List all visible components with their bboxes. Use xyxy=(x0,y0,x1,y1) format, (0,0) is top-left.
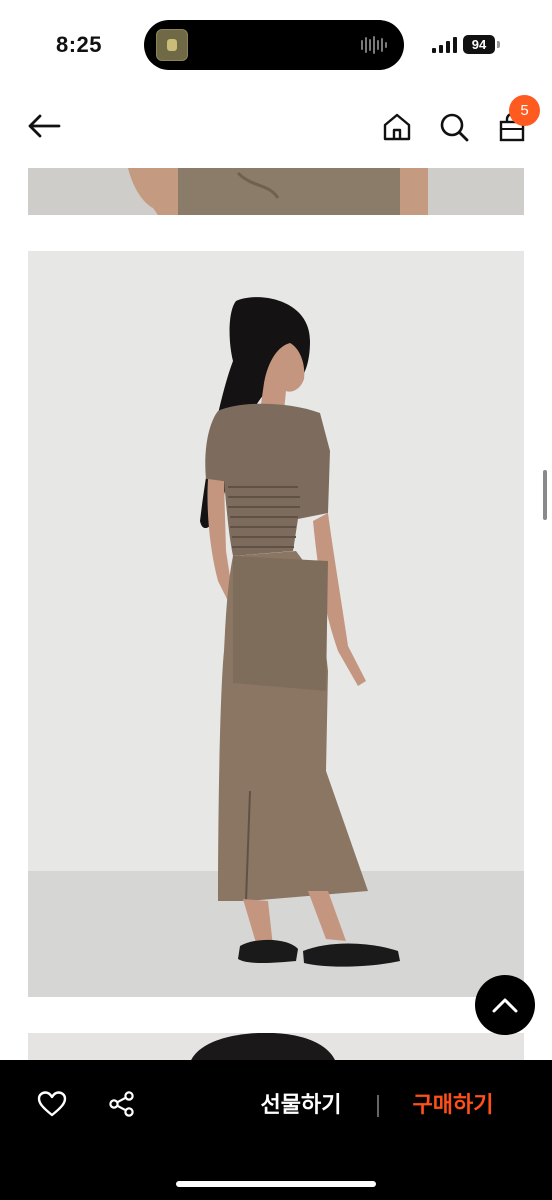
search-button[interactable] xyxy=(434,107,474,147)
status-bar: 8:25 94 xyxy=(0,0,552,90)
gift-button[interactable]: 선물하기 xyxy=(246,1090,356,1122)
cart-count-badge: 5 xyxy=(509,95,540,126)
chevron-up-icon xyxy=(492,998,518,1013)
action-divider xyxy=(377,1095,379,1117)
bottom-action-bar: 선물하기 구매하기 xyxy=(0,1060,552,1200)
page-scrollbar[interactable] xyxy=(543,470,547,520)
arrow-left-icon xyxy=(28,114,61,138)
status-time: 8:25 xyxy=(56,32,103,57)
product-image-main[interactable] xyxy=(28,251,524,997)
top-nav xyxy=(0,90,552,165)
battery-cap xyxy=(497,41,500,48)
back-button[interactable] xyxy=(24,106,64,146)
model-photo xyxy=(28,251,524,997)
heart-icon xyxy=(37,1091,67,1117)
product-image-previous[interactable] xyxy=(28,168,524,215)
scroll-to-top-button[interactable] xyxy=(475,975,535,1035)
product-detail-page: 8:25 94 5 선물하기 구매하기 xyxy=(0,0,552,1200)
dynamic-island xyxy=(144,20,404,70)
share-icon xyxy=(109,1091,134,1117)
audio-wave-icon xyxy=(361,36,387,54)
product-photo-crop-top xyxy=(28,168,524,215)
buy-button[interactable]: 구매하기 xyxy=(398,1090,508,1122)
home-indicator[interactable] xyxy=(176,1181,376,1187)
cellular-signal-icon xyxy=(432,37,457,53)
home-icon xyxy=(383,113,411,141)
battery-indicator: 94 xyxy=(463,35,495,54)
like-button[interactable] xyxy=(34,1086,70,1122)
now-playing-artwork xyxy=(156,29,188,61)
search-icon xyxy=(440,113,469,142)
share-button[interactable] xyxy=(104,1086,140,1122)
home-button[interactable] xyxy=(377,107,417,147)
